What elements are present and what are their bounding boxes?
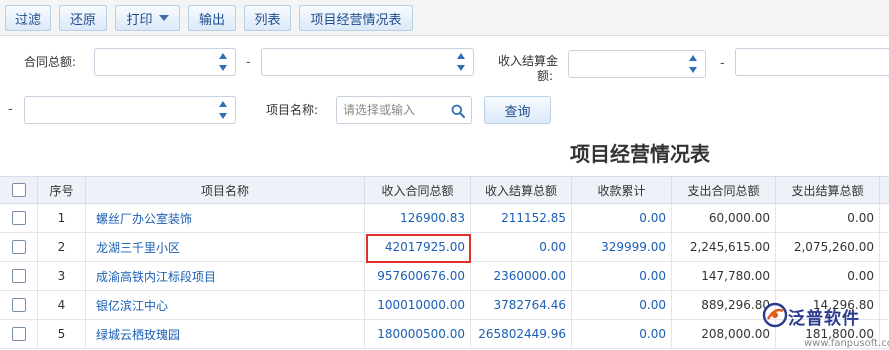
- brand-name: 泛普软件: [788, 309, 860, 329]
- contract-total-max-input[interactable]: [261, 48, 474, 76]
- income-contract-total[interactable]: 126900.83: [365, 204, 471, 232]
- project-name-label: 项目名称:: [266, 103, 319, 117]
- row-select-cell: [0, 204, 38, 232]
- table-row[interactable]: 4 银亿滨江中心 100010000.00 3782764.46 0.00 88…: [0, 291, 889, 320]
- select-all-checkbox[interactable]: [11, 183, 26, 197]
- column-header[interactable]: 收入合同总额: [365, 177, 471, 203]
- income-contract-total[interactable]: 100010000.00: [365, 291, 471, 319]
- row-number: 2: [38, 233, 86, 261]
- column-header[interactable]: 序号: [38, 177, 86, 203]
- project-name-link[interactable]: 绿城云栖玫瑰园: [86, 320, 365, 348]
- row-checkbox[interactable]: [11, 298, 26, 312]
- received-total[interactable]: 0.00: [572, 262, 672, 290]
- income-settle-total[interactable]: 211152.85: [471, 204, 572, 232]
- received-total[interactable]: 0.00: [572, 291, 672, 319]
- row-select-cell: [0, 320, 38, 348]
- print-button-label: 打印: [126, 12, 153, 28]
- expense-contract-total: 60,000.00: [672, 204, 776, 232]
- project-name-search[interactable]: [336, 96, 472, 124]
- brand-logo-icon: [762, 302, 788, 328]
- project-name-link[interactable]: 龙湖三千里小区: [86, 233, 365, 261]
- columns-button[interactable]: 列表: [244, 5, 291, 31]
- contract-total-min-input[interactable]: [94, 48, 236, 76]
- row-number: 3: [38, 262, 86, 290]
- filter-button[interactable]: 过滤: [5, 5, 51, 31]
- income-settle-total[interactable]: 2360000.00: [471, 262, 572, 290]
- row-number: 1: [38, 204, 86, 232]
- row-checkbox[interactable]: [11, 211, 26, 225]
- contract-total-label: 合同总额:: [24, 55, 77, 69]
- income-settle-label-line1: 收入结算金: [498, 54, 559, 68]
- project-name-input[interactable]: [343, 101, 447, 119]
- export-button-label: 输出: [198, 12, 225, 28]
- income-contract-total[interactable]: 957600676.00: [365, 262, 471, 290]
- row-select-cell: [0, 233, 38, 261]
- column-header[interactable]: 收入结算总额: [471, 177, 572, 203]
- column-header[interactable]: 收款累计: [572, 177, 672, 203]
- row-select-cell: [0, 262, 38, 290]
- highlight-box: [366, 234, 471, 263]
- column-header[interactable]: 项目名称: [86, 177, 365, 203]
- row-checkbox[interactable]: [11, 240, 26, 254]
- income-settle-total[interactable]: 3782764.46: [471, 291, 572, 319]
- project-name-link[interactable]: 银亿滨江中心: [86, 291, 365, 319]
- expense-settle-total: 2,075,260.00: [776, 233, 880, 261]
- select-all-cell: [0, 177, 38, 203]
- column-header[interactable]: 支出合同总额: [672, 177, 776, 203]
- row-number: 4: [38, 291, 86, 319]
- income-settle-total[interactable]: 0.00: [471, 233, 572, 261]
- report-button[interactable]: 项目经营情况表: [299, 5, 413, 31]
- row-number: 5: [38, 320, 86, 348]
- query-button-label: 查询: [504, 104, 531, 120]
- row-checkbox[interactable]: [11, 269, 26, 283]
- received-total[interactable]: 0.00: [572, 320, 672, 348]
- project-name-link[interactable]: 螺丝厂办公室装饰: [86, 204, 365, 232]
- income-contract-total[interactable]: 180000500.00: [365, 320, 471, 348]
- range-dash: -: [8, 102, 13, 117]
- income-settle-range-input[interactable]: [24, 96, 236, 124]
- report-button-label: 项目经营情况表: [310, 12, 402, 28]
- search-icon[interactable]: [451, 104, 465, 118]
- table-header-row: 序号 项目名称 收入合同总额 收入结算总额 收款累计 支出合同总额 支出结算总额: [0, 176, 889, 204]
- income-settle-min-input[interactable]: [568, 50, 706, 78]
- row-select-cell: [0, 291, 38, 319]
- column-header[interactable]: 支出结算总额: [776, 177, 880, 203]
- expense-settle-total: 0.00: [776, 262, 880, 290]
- income-settle-total[interactable]: 265802449.96: [471, 320, 572, 348]
- restore-button[interactable]: 还原: [59, 5, 107, 31]
- toolbar: 过滤 还原 打印 输出 列表 项目经营情况表: [0, 0, 889, 36]
- columns-button-label: 列表: [254, 12, 281, 28]
- export-button[interactable]: 输出: [188, 5, 236, 31]
- table-row[interactable]: 1 螺丝厂办公室装饰 126900.83 211152.85 0.00 60,0…: [0, 204, 889, 233]
- spinner-icon[interactable]: [457, 53, 465, 71]
- restore-button-label: 还原: [69, 12, 96, 28]
- spinner-icon[interactable]: [689, 55, 697, 73]
- brand-url: www.fanpusoft.com: [804, 338, 889, 349]
- expense-settle-total: 0.00: [776, 204, 880, 232]
- query-button[interactable]: 查询: [484, 96, 551, 124]
- row-checkbox[interactable]: [11, 327, 26, 341]
- income-settle-max-input[interactable]: [735, 48, 889, 76]
- income-settle-label-line2: 额:: [537, 69, 554, 83]
- expense-contract-total: 2,245,615.00: [672, 233, 776, 261]
- filter-button-label: 过滤: [14, 12, 41, 28]
- project-name-link[interactable]: 成渝高铁内江标段项目: [86, 262, 365, 290]
- table-row[interactable]: 5 绿城云栖玫瑰园 180000500.00 265802449.96 0.00…: [0, 320, 889, 349]
- brand-watermark: 泛普软件 www.fanpusoft.com: [760, 300, 889, 350]
- expense-contract-total: 147,780.00: [672, 262, 776, 290]
- range-dash: -: [720, 56, 725, 71]
- range-dash: -: [246, 55, 251, 70]
- report-title: 项目经营情况表: [570, 142, 710, 166]
- chevron-down-icon: [158, 15, 169, 21]
- received-total[interactable]: 329999.00: [572, 233, 672, 261]
- spinner-icon[interactable]: [219, 101, 227, 119]
- table-row[interactable]: 3 成渝高铁内江标段项目 957600676.00 2360000.00 0.0…: [0, 262, 889, 291]
- received-total[interactable]: 0.00: [572, 204, 672, 232]
- print-button[interactable]: 打印: [115, 5, 180, 31]
- spinner-icon[interactable]: [219, 53, 227, 71]
